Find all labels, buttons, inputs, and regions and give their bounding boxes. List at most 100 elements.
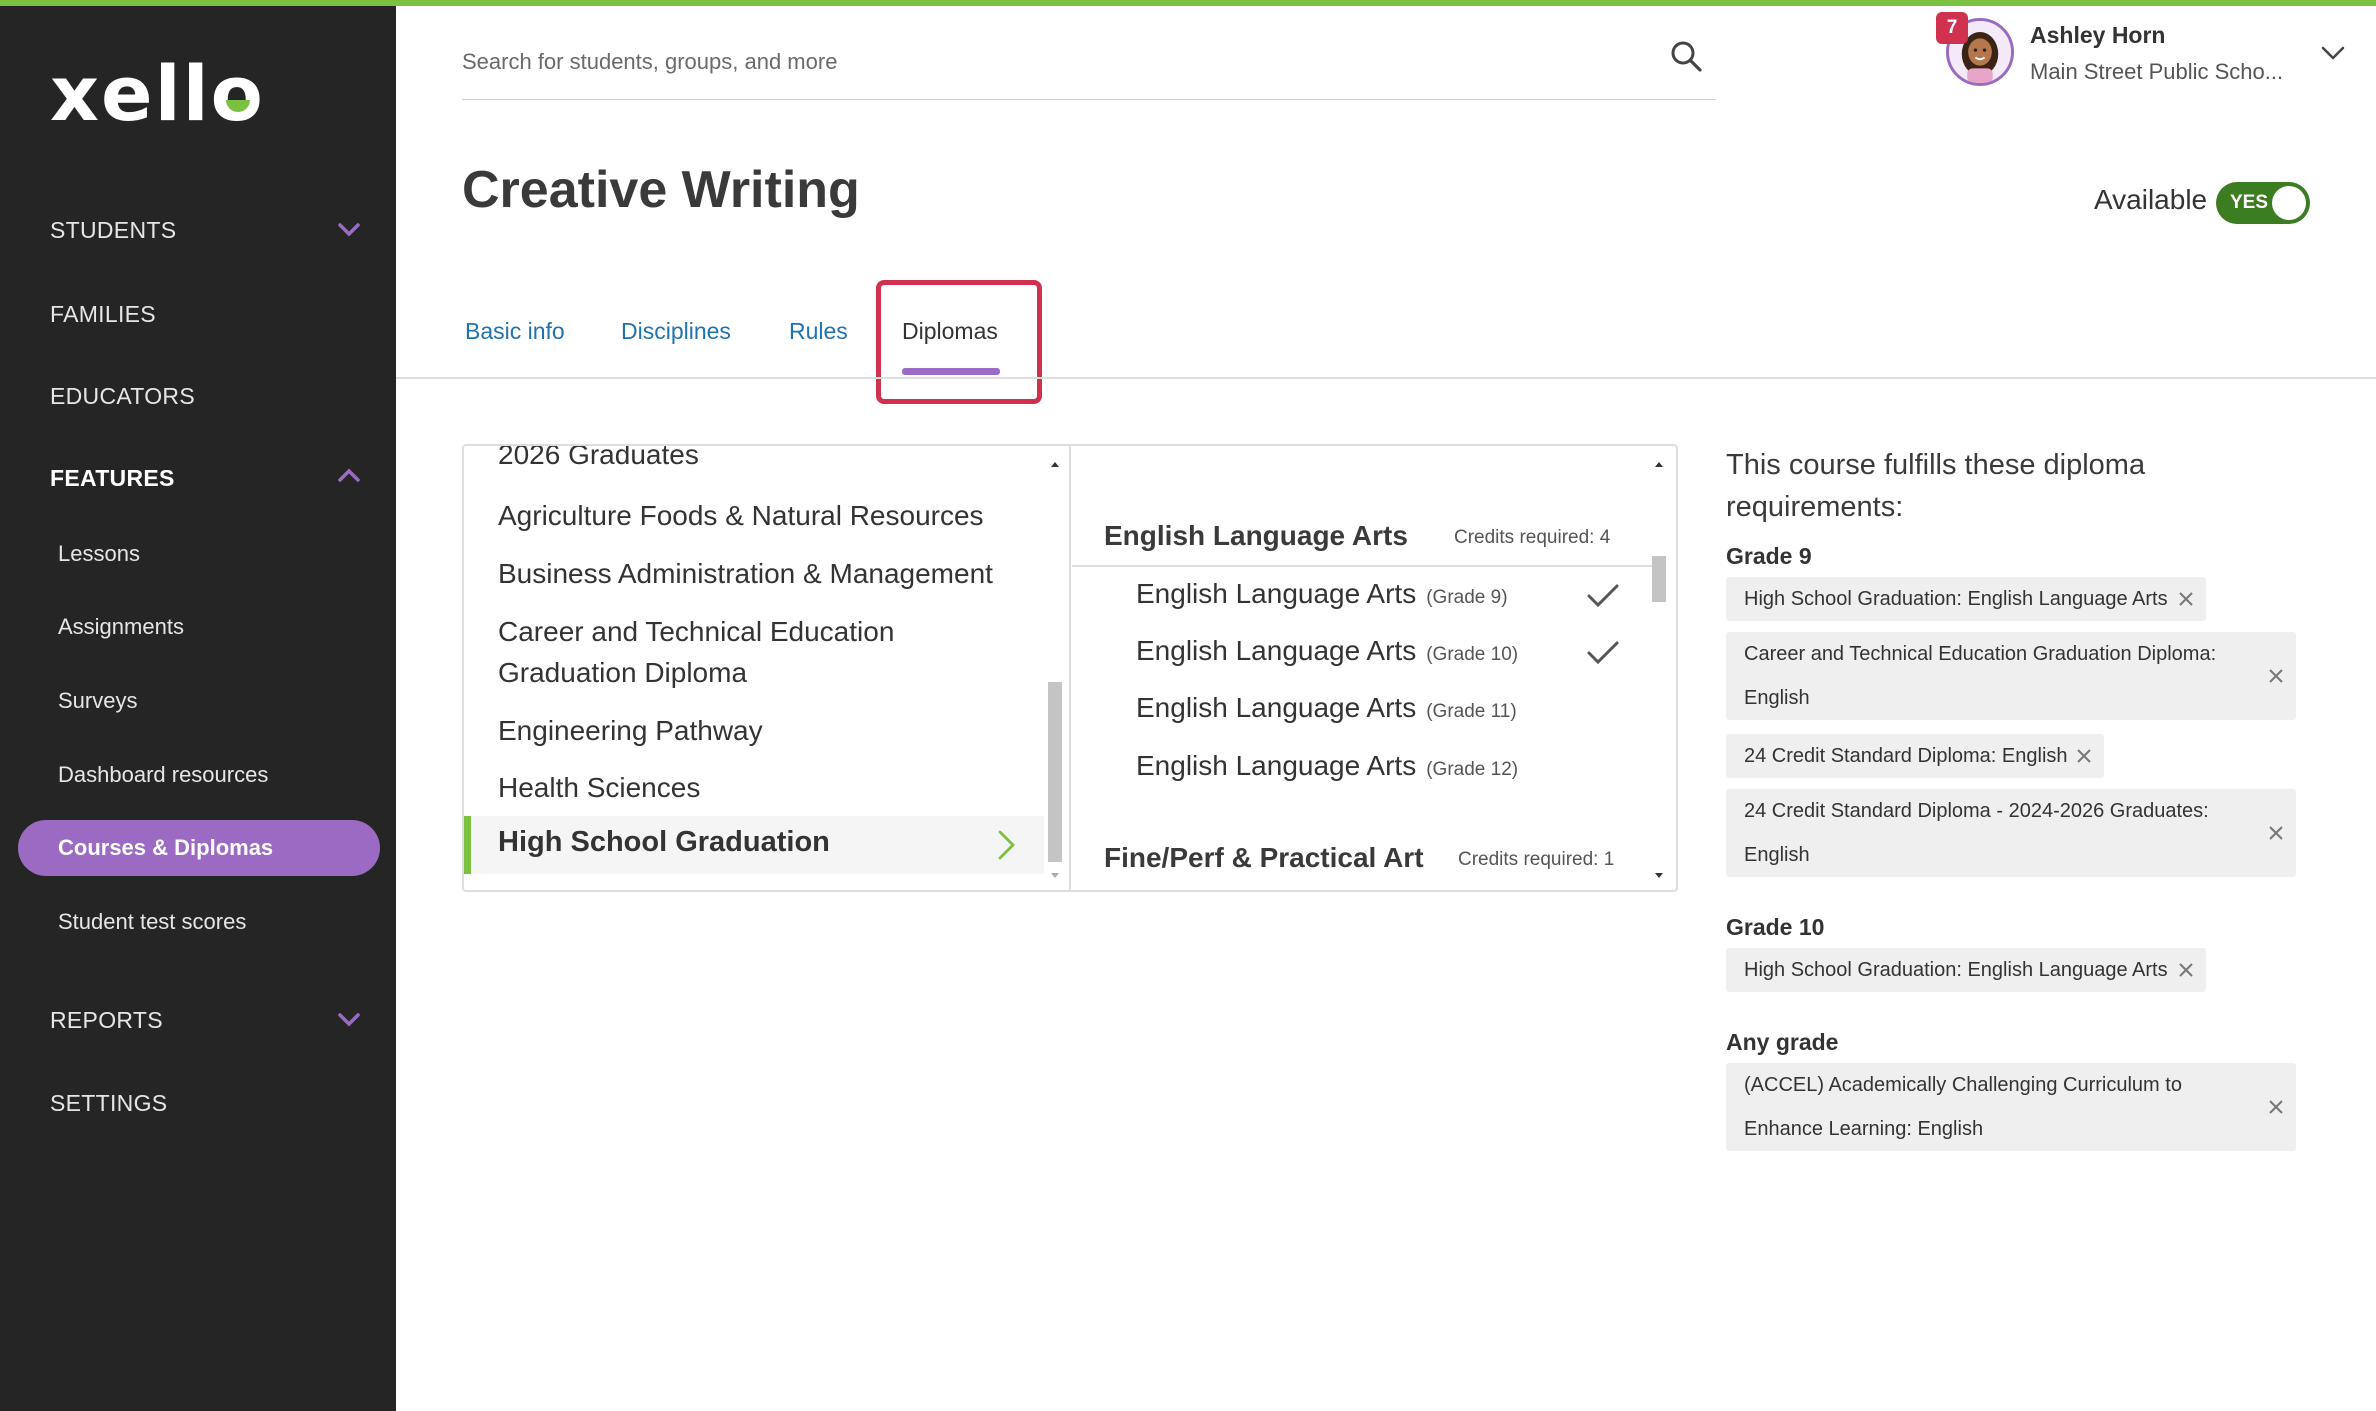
list-item-selected[interactable]: High School Graduation [464,816,1044,874]
chevron-down-icon[interactable] [336,216,362,242]
top-accent-bar [0,0,2376,6]
scroll-down-icon[interactable] [1650,866,1668,884]
chip-label: High School Graduation: English Language… [1744,588,2168,610]
sidebar-item-families[interactable]: FAMILIES [50,301,156,328]
course-grade: (Grade 11) [1426,701,1517,722]
chip-label: English [1744,844,1810,866]
chip-label: Enhance Learning: English [1744,1118,1984,1140]
close-icon[interactable] [2267,1098,2285,1116]
notification-badge[interactable]: 7 [1936,12,1968,44]
chip-label: 24 Credit Standard Diploma - 2024-2026 G… [1744,800,2209,822]
list-item[interactable]: Engineering Pathway [498,710,763,751]
user-name: Ashley Horn [2030,22,2166,48]
requirement-chip: Career and Technical Education Graduatio… [1726,632,2296,720]
sidebar-item-courses-diplomas[interactable]: Courses & Diplomas [18,820,380,876]
available-label: Available [2094,184,2208,215]
search-bar [462,30,1716,100]
sidebar-item-reports[interactable]: REPORTS [50,1007,163,1034]
course-row[interactable]: English Language Arts (Grade 12) [1136,750,1518,782]
sidebar-item-educators[interactable]: EDUCATORS [50,383,195,410]
xello-logo[interactable]: xello [50,56,265,132]
requirement-chip: 24 Credit Standard Diploma: English [1726,734,2104,778]
panel-divider [1069,446,1071,890]
grade-label: Grade 10 [1726,914,1825,940]
sidebar-item-surveys[interactable]: Surveys [58,688,137,714]
grade-label: Any grade [1726,1029,1839,1055]
user-menu[interactable]: 7 Ashley Horn Main Street Public Scho... [1936,12,2348,92]
sidebar-item-settings[interactable]: SETTINGS [50,1090,167,1117]
course-row[interactable]: English Language Arts (Grade 10) [1136,635,1518,667]
chip-label: English [1744,687,1810,709]
toggle-knob [2272,186,2306,220]
page-title: Creative Writing [462,161,860,219]
chip-label: 24 Credit Standard Diploma: English [1744,745,2068,767]
scroll-up-icon[interactable] [1650,456,1668,474]
check-icon[interactable] [1586,582,1620,610]
list-item[interactable]: Health Sciences [498,767,700,808]
close-icon[interactable] [2267,824,2285,842]
close-icon[interactable] [2177,961,2195,979]
list-item[interactable]: 2026 Graduates [498,446,699,475]
scroll-down-icon[interactable] [1046,866,1064,884]
check-icon[interactable] [1586,639,1620,667]
group-title: English Language Arts [1104,520,1408,551]
chevron-down-icon[interactable] [336,1006,362,1032]
group-credits: Credits required: 1 [1458,849,1615,870]
course-grade: (Grade 9) [1426,587,1508,608]
user-school: Main Street Public Scho... [2030,59,2284,84]
sidebar-item-dashboard-resources[interactable]: Dashboard resources [58,762,268,788]
list-item[interactable]: Business Administration & Management [498,553,993,594]
tab-disciplines[interactable]: Disciplines [621,318,731,345]
fulfills-heading: This course fulfills these diploma requi… [1726,449,2146,523]
list-item[interactable]: Career and Technical Education Graduatio… [498,611,968,693]
group-divider [1072,565,1662,567]
close-icon[interactable] [2267,667,2285,685]
scroll-up-icon[interactable] [1046,456,1064,474]
chip-label: (ACCEL) Academically Challenging Curricu… [1744,1074,2182,1096]
close-icon[interactable] [2075,747,2093,765]
course-name: English Language Arts [1136,692,1417,723]
available-toggle[interactable]: YES [2216,182,2310,224]
grade-label: Grade 9 [1726,543,1812,569]
course-grade: (Grade 10) [1426,644,1519,665]
chip-label: High School Graduation: English Language… [1744,959,2168,981]
list-item-label: High School Graduation [498,826,830,858]
diploma-panel: 2026 Graduates Agriculture Foods & Natur… [462,444,1678,892]
group-title: Fine/Perf & Practical Art [1104,842,1424,873]
chevron-right-icon [991,828,1021,862]
chip-label: Career and Technical Education Graduatio… [1744,643,2217,665]
scroll-thumb[interactable] [1652,556,1666,602]
requirement-chip: 24 Credit Standard Diploma - 2024-2026 G… [1726,789,2296,877]
list-scrollbar[interactable] [1046,456,1064,886]
requirement-chip: (ACCEL) Academically Challenging Curricu… [1726,1063,2296,1151]
search-input[interactable] [462,40,1642,84]
tab-rules[interactable]: Rules [789,318,848,345]
course-row[interactable]: English Language Arts (Grade 9) [1136,578,1508,610]
tab-highlight-box [876,280,1042,404]
course-name: English Language Arts [1136,578,1417,609]
course-row[interactable]: English Language Arts (Grade 11) [1136,692,1517,724]
chevron-down-icon[interactable] [2318,38,2348,68]
search-icon[interactable] [1668,38,1704,74]
requirement-chip: High School Graduation: English Language… [1726,948,2206,992]
tabs-divider [396,377,2376,379]
course-name: English Language Arts [1136,750,1417,781]
chevron-up-icon[interactable] [336,463,362,489]
sidebar-item-features[interactable]: FEATURES [50,465,175,492]
scroll-thumb[interactable] [1048,682,1062,862]
course-name: English Language Arts [1136,635,1417,666]
toggle-state-label: YES [2230,192,2269,213]
requirements-scrollbar[interactable] [1650,456,1668,886]
course-grade: (Grade 12) [1426,759,1519,780]
sidebar-item-label: Courses & Diplomas [58,835,274,860]
sidebar-item-assignments[interactable]: Assignments [58,614,184,640]
group-credits: Credits required: 4 [1454,527,1611,548]
sidebar: xello STUDENTS FAMILIES EDUCATORS FEATUR… [0,0,396,1411]
tab-basic-info[interactable]: Basic info [465,318,565,345]
close-icon[interactable] [2177,590,2195,608]
sidebar-item-students[interactable]: STUDENTS [50,217,176,244]
requirement-chip: High School Graduation: English Language… [1726,577,2206,621]
list-item[interactable]: Agriculture Foods & Natural Resources [498,495,984,536]
sidebar-item-lessons[interactable]: Lessons [58,541,140,567]
sidebar-item-student-test-scores[interactable]: Student test scores [58,909,246,935]
